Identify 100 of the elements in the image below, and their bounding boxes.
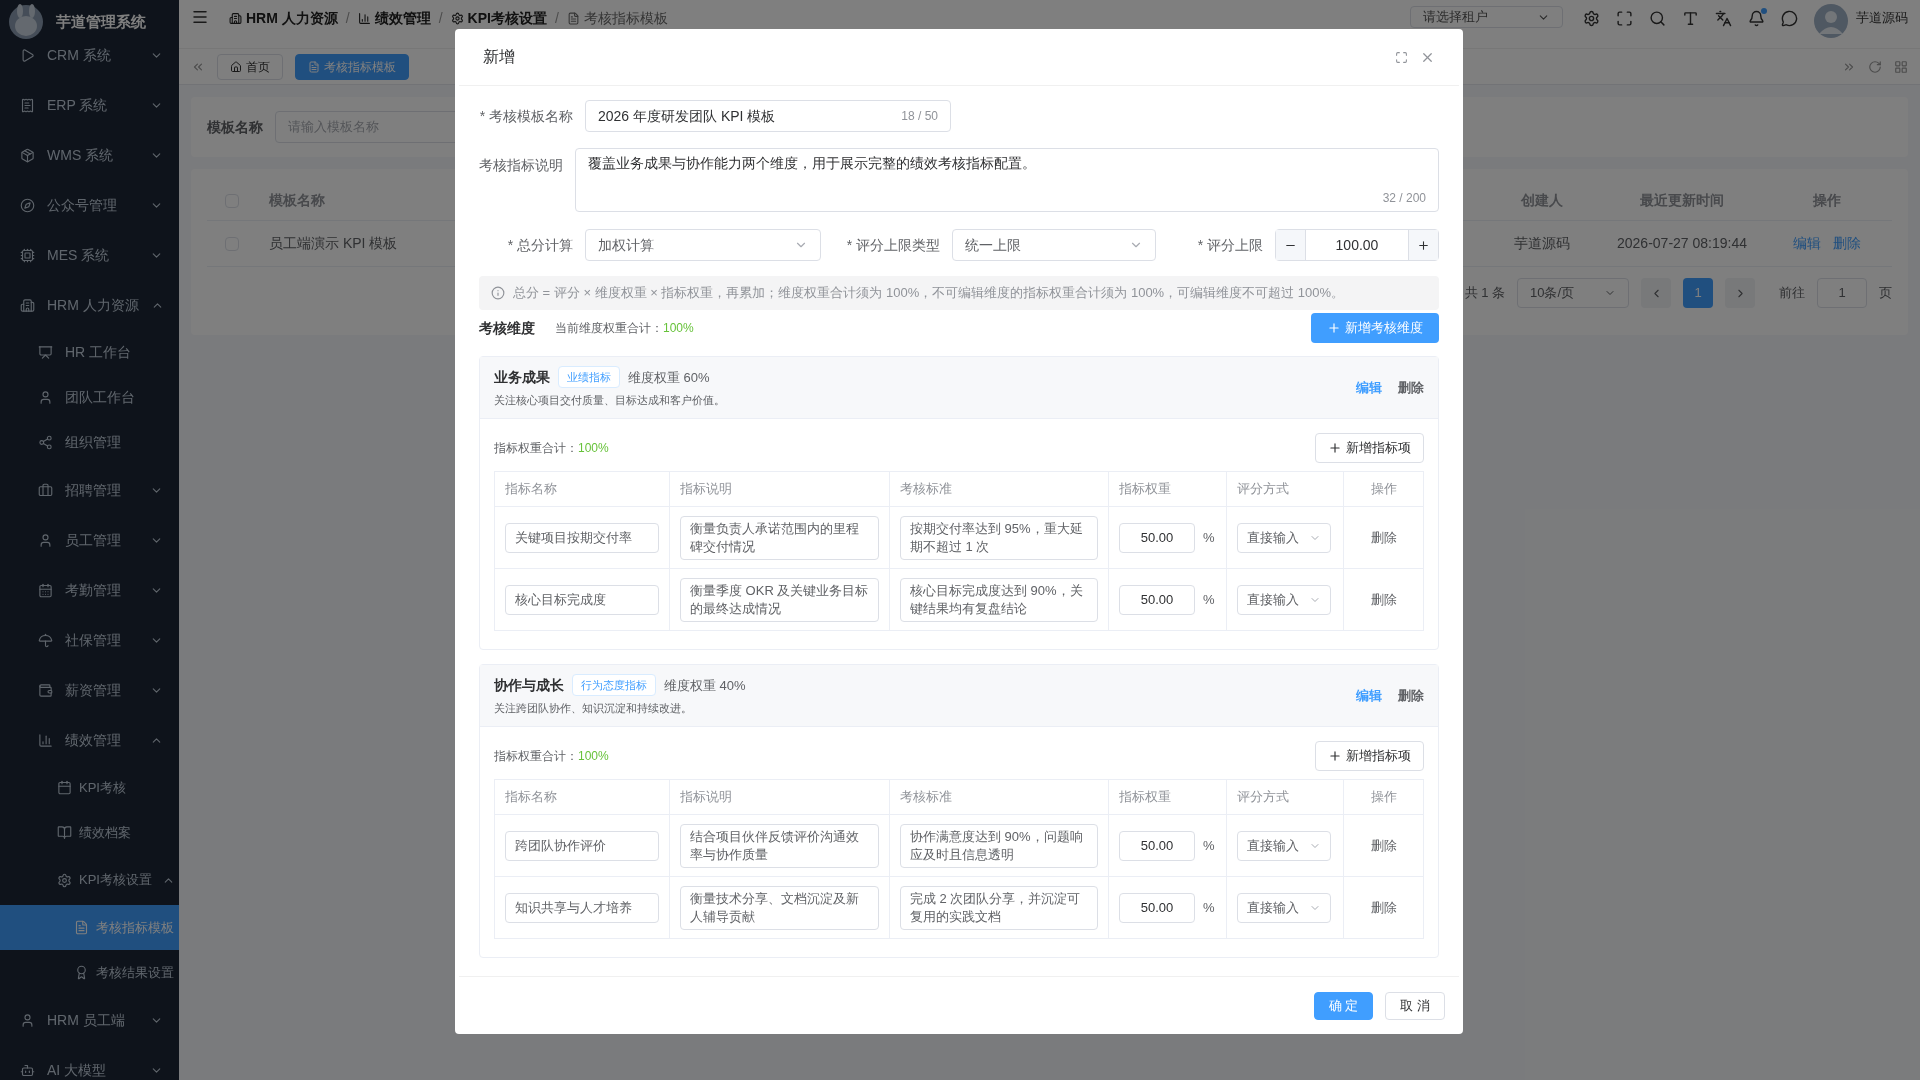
menu-icon[interactable] bbox=[191, 8, 209, 26]
sidebar-item[interactable]: 绩效管理 bbox=[0, 715, 179, 765]
sidebar-item[interactable]: 薪资管理 bbox=[0, 665, 179, 715]
limit-type-select[interactable]: 统一上限 bbox=[952, 229, 1156, 261]
dimension-total-value: 100% bbox=[663, 320, 694, 337]
sidebar-item[interactable]: MES 系统 bbox=[0, 230, 179, 280]
add-item-button[interactable]: 新增指标项 bbox=[1315, 741, 1424, 771]
weight-total-label: 指标权重合计： bbox=[494, 440, 578, 457]
settings-icon[interactable] bbox=[1583, 10, 1600, 27]
sidebar-item[interactable]: HR 工作台 bbox=[0, 330, 179, 375]
increment-icon[interactable] bbox=[1417, 238, 1430, 252]
sidebar-item[interactable]: AI 大模型 bbox=[0, 1045, 179, 1080]
avatar[interactable] bbox=[1814, 4, 1848, 38]
add-dimension-button[interactable]: 新增考核维度 bbox=[1311, 313, 1439, 343]
sidebar-item[interactable]: WMS 系统 bbox=[0, 130, 179, 180]
grid-icon[interactable] bbox=[1894, 59, 1908, 74]
delete-link[interactable]: 删除 bbox=[1370, 897, 1397, 918]
column-header: 指标名称 bbox=[495, 780, 670, 814]
indicator-standard-field[interactable]: 协作满意度达到 90%，问题响应及时且信息透明 bbox=[900, 823, 1098, 868]
weight-field[interactable]: 50.00 bbox=[1119, 892, 1195, 923]
template-name-field[interactable]: 2026 年度研发团队 KPI 模板 18 / 50 bbox=[585, 100, 951, 132]
form-label: * 总分计算 bbox=[506, 235, 574, 255]
table-cell-text: 2026-07-27 08:19:44 bbox=[1616, 234, 1748, 253]
indicator-name-field[interactable]: 关键项目按期交付率 bbox=[505, 522, 659, 553]
fullscreen-icon[interactable] bbox=[1616, 10, 1633, 27]
font-size-icon[interactable] bbox=[1682, 10, 1699, 27]
weight-field[interactable]: 50.00 bbox=[1119, 584, 1195, 615]
breadcrumb-item[interactable]: KPI考核设置 bbox=[467, 7, 547, 29]
column-header: 考核标准 bbox=[890, 780, 1109, 814]
delete-link[interactable]: 删除 bbox=[1370, 835, 1397, 856]
description-field[interactable]: 覆盖业务成果与协作能力两个维度，用于展示完整的绩效考核指标配置。 32 / 200 bbox=[575, 148, 1439, 212]
indicator-standard-field[interactable]: 完成 2 次团队分享，并沉淀可复用的实践文档 bbox=[900, 885, 1098, 930]
document-icon bbox=[566, 11, 580, 25]
sidebar-item[interactable]: 组织管理 bbox=[0, 420, 179, 465]
wallet-icon bbox=[38, 682, 53, 698]
sidebar-item[interactable]: ERP 系统 bbox=[0, 80, 179, 130]
home-icon bbox=[230, 60, 242, 73]
sidebar-item[interactable]: KPI考核设置 bbox=[0, 855, 179, 905]
column-header: 操作 bbox=[1369, 480, 1398, 499]
scoring-method-select[interactable]: 直接输入 bbox=[1237, 830, 1331, 861]
document-icon bbox=[74, 920, 89, 935]
indicator-standard-field[interactable]: 核心目标完成度达到 90%，关键结果均有复盘结论 bbox=[900, 577, 1098, 622]
weight-field[interactable]: 50.00 bbox=[1119, 830, 1195, 861]
delete-link[interactable]: 删除 bbox=[1370, 527, 1397, 548]
column-header: 指标说明 bbox=[670, 780, 890, 814]
scoring-method-select[interactable]: 直接输入 bbox=[1237, 584, 1331, 615]
goto-field[interactable]: 1 bbox=[1817, 278, 1867, 308]
dialog-title: 新增 bbox=[483, 47, 516, 67]
indicator-description-field[interactable]: 衡量负责人承诺范围内的里程碑交付情况 bbox=[680, 515, 879, 560]
weight-field[interactable]: 50.00 bbox=[1119, 522, 1195, 553]
action-link[interactable]: 删除 bbox=[1398, 685, 1424, 706]
sidebar-item[interactable]: HRM 员工端 bbox=[0, 995, 179, 1045]
scoring-method-select[interactable]: 直接输入 bbox=[1237, 892, 1331, 923]
dimension-tag: 业绩指标 bbox=[558, 366, 620, 389]
indicator-description-field[interactable]: 结合项目伙伴反馈评价沟通效率与协作质量 bbox=[680, 823, 879, 868]
sidebar-item[interactable]: 公众号管理 bbox=[0, 180, 179, 230]
sidebar-item[interactable]: KPI考核 bbox=[0, 765, 179, 810]
sidebar-item[interactable]: 考勤管理 bbox=[0, 565, 179, 615]
indicator-name-field[interactable]: 知识共享与人才培养 bbox=[505, 892, 659, 923]
cancel-button[interactable]: 取 消 bbox=[1385, 991, 1445, 1020]
translate-icon[interactable] bbox=[1715, 10, 1732, 27]
indicator-description-field[interactable]: 衡量季度 OKR 及关键业务目标的最终达成情况 bbox=[680, 577, 879, 622]
sidebar-item[interactable]: 员工管理 bbox=[0, 515, 179, 565]
sidebar-item[interactable]: 招聘管理 bbox=[0, 465, 179, 515]
scoring-method-select[interactable]: 直接输入 bbox=[1237, 522, 1331, 553]
user-name[interactable]: 芋道源码 bbox=[1856, 8, 1908, 28]
add-item-button[interactable]: 新增指标项 bbox=[1315, 433, 1424, 463]
bar-chart-icon bbox=[357, 11, 371, 25]
page-tab[interactable]: 首页 bbox=[217, 53, 283, 80]
sidebar-item[interactable]: 团队工作台 bbox=[0, 375, 179, 420]
action-link[interactable]: 删除 bbox=[1398, 377, 1424, 398]
delete-link[interactable]: 删除 bbox=[1370, 589, 1397, 610]
action-link[interactable]: 编辑 bbox=[1356, 685, 1382, 706]
action-link[interactable]: 编辑 bbox=[1356, 377, 1382, 398]
tenant-select[interactable]: 请选择租户 bbox=[1410, 6, 1563, 28]
fullscreen-icon[interactable] bbox=[1395, 50, 1408, 64]
sidebar-item[interactable]: HRM 人力资源 bbox=[0, 280, 179, 330]
settings-icon bbox=[450, 11, 464, 25]
breadcrumb-separator: / bbox=[438, 8, 443, 28]
confirm-button[interactable]: 确 定 bbox=[1313, 991, 1374, 1020]
sidebar-item[interactable]: 社保管理 bbox=[0, 615, 179, 665]
breadcrumb-separator: / bbox=[345, 8, 350, 28]
search-icon[interactable] bbox=[1649, 10, 1666, 27]
indicator-description-field[interactable]: 衡量技术分享、文档沉淀及新人辅导贡献 bbox=[680, 885, 879, 930]
score-limit-stepper[interactable]: 100.00 bbox=[1275, 229, 1439, 261]
form-label: * 评分上限 bbox=[1196, 235, 1264, 255]
page-size-select[interactable]: 10条/页 bbox=[1517, 278, 1629, 308]
sidebar-item[interactable]: 绩效档案 bbox=[0, 810, 179, 855]
indicator-name-field[interactable]: 核心目标完成度 bbox=[505, 584, 659, 615]
column-header: 评分方式 bbox=[1227, 780, 1344, 814]
bell-icon[interactable] bbox=[1748, 10, 1765, 27]
indicator-standard-field[interactable]: 按期交付率达到 95%，重大延期不超过 1 次 bbox=[900, 515, 1098, 560]
breadcrumb-item[interactable]: HRM 人力资源 bbox=[246, 7, 338, 29]
message-icon[interactable] bbox=[1781, 10, 1798, 27]
refresh-icon[interactable] bbox=[1868, 59, 1882, 74]
breadcrumb-item[interactable]: 绩效管理 bbox=[374, 7, 431, 29]
indicator-name-field[interactable]: 跨团队协作评价 bbox=[505, 830, 659, 861]
table-cell-text: 芋道源码 bbox=[1513, 234, 1571, 253]
sidebar-item[interactable]: 考核结果设置 bbox=[0, 950, 179, 995]
total-calculation-select[interactable]: 加权计算 bbox=[585, 229, 821, 261]
